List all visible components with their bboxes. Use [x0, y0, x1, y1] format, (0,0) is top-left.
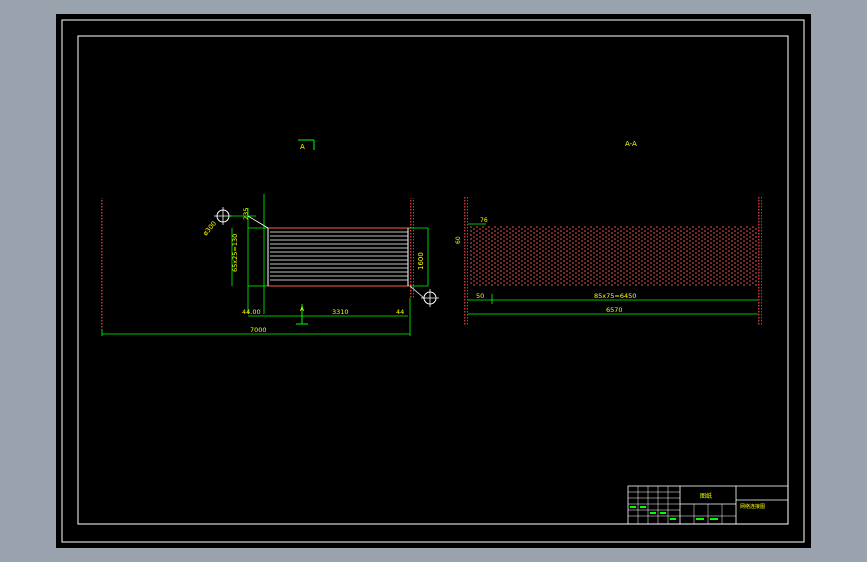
dim-44-left: 44.00	[242, 308, 261, 316]
dim-235: 235	[242, 208, 250, 220]
dim-6570: 6570	[606, 306, 623, 314]
right-view-left-wall	[464, 196, 468, 326]
pipe-symbol-bottom	[409, 285, 439, 307]
title-block-title: 图纸	[700, 492, 712, 500]
title-block-drawing-name: 网络连接图	[740, 503, 765, 510]
right-view-right-wall	[758, 196, 762, 326]
cad-drawing: A 1600 65x25=130 235 ø300 44.00 3310 44 …	[61, 19, 805, 543]
dim-65x25: 65x25=130	[231, 234, 239, 272]
dim-50: 50	[476, 292, 484, 300]
dim-60: 60	[455, 236, 462, 244]
plate-stack	[267, 227, 410, 287]
dim-1600: 1600	[417, 252, 425, 270]
dim-85x75: 85x75=6450	[594, 292, 636, 300]
cad-viewport[interactable]: A 1600 65x25=130 235 ø300 44.00 3310 44 …	[0, 0, 867, 562]
dim-3310: 3310	[332, 308, 349, 316]
title-block-fills	[630, 506, 718, 520]
right-view[interactable]: A-A 76 60 50 85x75=6450 6570	[455, 140, 762, 326]
media-block	[470, 226, 758, 286]
section-marker-bottom: A	[296, 304, 308, 325]
dim-7000: 7000	[250, 326, 267, 334]
section-label-left: A	[300, 143, 305, 151]
right-wall-hatch	[410, 198, 414, 298]
section-marker-top: A	[298, 139, 315, 151]
left-view[interactable]: A 1600 65x25=130 235 ø300 44.00 3310 44 …	[100, 139, 439, 336]
cut-label: A	[300, 306, 305, 313]
left-wall-hatch	[100, 198, 104, 330]
dim-diameter: ø300	[201, 220, 218, 238]
pipe-symbol-top: ø300	[201, 207, 269, 238]
dim-76: 76	[480, 217, 488, 224]
title-block[interactable]: 图纸 网络连接图	[627, 485, 789, 525]
drawing-sheet: A 1600 65x25=130 235 ø300 44.00 3310 44 …	[56, 14, 811, 548]
dim-44-right: 44	[396, 308, 404, 316]
section-label-right: A-A	[625, 140, 637, 148]
